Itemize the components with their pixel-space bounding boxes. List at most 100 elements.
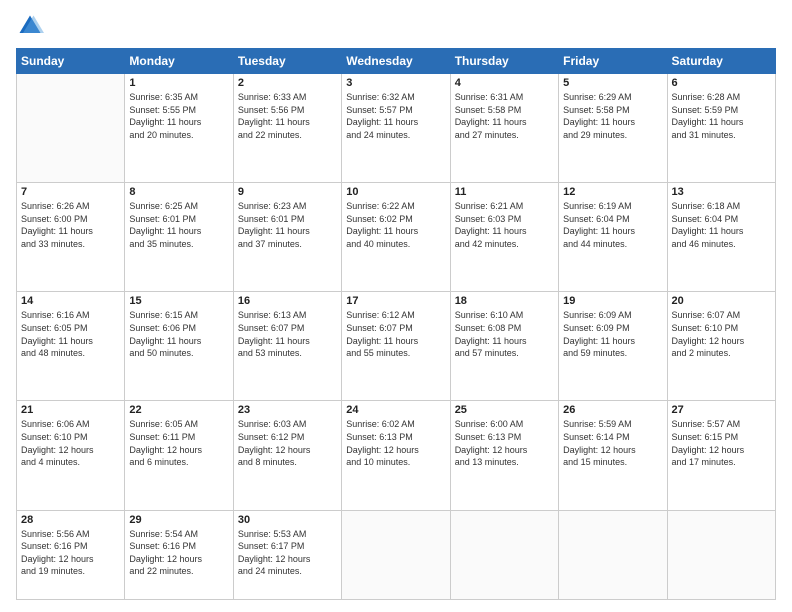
calendar-cell: 6Sunrise: 6:28 AM Sunset: 5:59 PM Daylig… <box>667 74 775 183</box>
cell-details: Sunrise: 6:16 AM Sunset: 6:05 PM Dayligh… <box>21 309 120 359</box>
cell-details: Sunrise: 6:18 AM Sunset: 6:04 PM Dayligh… <box>672 200 771 250</box>
logo-icon <box>16 12 44 40</box>
cell-details: Sunrise: 6:10 AM Sunset: 6:08 PM Dayligh… <box>455 309 554 359</box>
day-number: 3 <box>346 77 445 89</box>
calendar-cell: 20 Sunrise: 6:07 AM Sunset: 6:10 PM Dayli… <box>667 292 775 401</box>
calendar-cell: 13 Sunrise: 6:18 AM Sunset: 6:04 PM Dayli… <box>667 183 775 292</box>
day-number: 27 <box>672 404 771 416</box>
day-number: 12 <box>563 186 662 198</box>
calendar-cell: 10 Sunrise: 6:22 AM Sunset: 6:02 PM Dayli… <box>342 183 450 292</box>
calendar-cell: 28 Sunrise: 5:56 AM Sunset: 6:16 PM Dayli… <box>17 510 125 599</box>
calendar-cell: 1 Sunrise: 6:35 AM Sunset: 5:55 PM Daylig… <box>125 74 233 183</box>
day-number: 11 <box>455 186 554 198</box>
calendar-cell: 8 Sunrise: 6:25 AM Sunset: 6:01 PM Daylig… <box>125 183 233 292</box>
cell-details: Sunrise: 6:05 AM Sunset: 6:11 PM Dayligh… <box>129 418 228 468</box>
calendar-cell: 25Sunrise: 6:00 AM Sunset: 6:13 PM Dayli… <box>450 401 558 510</box>
calendar-cell: 2 Sunrise: 6:33 AM Sunset: 5:56 PM Daylig… <box>233 74 341 183</box>
calendar-cell: 12 Sunrise: 6:19 AM Sunset: 6:04 PM Dayli… <box>559 183 667 292</box>
calendar-cell <box>559 510 667 599</box>
cell-details: Sunrise: 6:26 AM Sunset: 6:00 PM Dayligh… <box>21 200 120 250</box>
calendar-cell: 9 Sunrise: 6:23 AM Sunset: 6:01 PM Daylig… <box>233 183 341 292</box>
cell-details: Sunrise: 5:54 AM Sunset: 6:16 PM Dayligh… <box>129 528 228 578</box>
calendar-cell: 14Sunrise: 6:16 AM Sunset: 6:05 PM Dayli… <box>17 292 125 401</box>
day-number: 24 <box>346 404 445 416</box>
calendar-cell: 15 Sunrise: 6:15 AM Sunset: 6:06 PM Dayli… <box>125 292 233 401</box>
weekday-header: Monday <box>125 49 233 74</box>
calendar-cell: 5 Sunrise: 6:29 AM Sunset: 5:58 PM Daylig… <box>559 74 667 183</box>
cell-details: Sunrise: 6:15 AM Sunset: 6:06 PM Dayligh… <box>129 309 228 359</box>
calendar-cell: 17 Sunrise: 6:12 AM Sunset: 6:07 PM Dayli… <box>342 292 450 401</box>
cell-details: Sunrise: 6:07 AM Sunset: 6:10 PM Dayligh… <box>672 309 771 359</box>
cell-details: Sunrise: 6:32 AM Sunset: 5:57 PM Dayligh… <box>346 91 445 141</box>
calendar-cell: 22 Sunrise: 6:05 AM Sunset: 6:11 PM Dayli… <box>125 401 233 510</box>
day-number: 5 <box>563 77 662 89</box>
day-number: 25 <box>455 404 554 416</box>
logo <box>16 12 48 40</box>
cell-details: Sunrise: 6:03 AM Sunset: 6:12 PM Dayligh… <box>238 418 337 468</box>
calendar-cell: 27 Sunrise: 5:57 AM Sunset: 6:15 PM Dayli… <box>667 401 775 510</box>
day-number: 15 <box>129 295 228 307</box>
weekday-header: Thursday <box>450 49 558 74</box>
day-number: 28 <box>21 514 120 526</box>
day-number: 19 <box>563 295 662 307</box>
weekday-header: Wednesday <box>342 49 450 74</box>
cell-details: Sunrise: 6:22 AM Sunset: 6:02 PM Dayligh… <box>346 200 445 250</box>
day-number: 16 <box>238 295 337 307</box>
weekday-header: Sunday <box>17 49 125 74</box>
calendar-cell: 30 Sunrise: 5:53 AM Sunset: 6:17 PM Dayli… <box>233 510 341 599</box>
calendar-cell <box>667 510 775 599</box>
day-number: 30 <box>238 514 337 526</box>
cell-details: Sunrise: 5:56 AM Sunset: 6:16 PM Dayligh… <box>21 528 120 578</box>
cell-details: Sunrise: 6:12 AM Sunset: 6:07 PM Dayligh… <box>346 309 445 359</box>
calendar-cell: 4Sunrise: 6:31 AM Sunset: 5:58 PM Daylig… <box>450 74 558 183</box>
calendar-cell: 26 Sunrise: 5:59 AM Sunset: 6:14 PM Dayli… <box>559 401 667 510</box>
calendar-cell: 19 Sunrise: 6:09 AM Sunset: 6:09 PM Dayli… <box>559 292 667 401</box>
cell-details: Sunrise: 6:33 AM Sunset: 5:56 PM Dayligh… <box>238 91 337 141</box>
day-number: 21 <box>21 404 120 416</box>
day-number: 23 <box>238 404 337 416</box>
day-number: 13 <box>672 186 771 198</box>
weekday-header: Tuesday <box>233 49 341 74</box>
calendar-cell <box>17 74 125 183</box>
cell-details: Sunrise: 6:19 AM Sunset: 6:04 PM Dayligh… <box>563 200 662 250</box>
calendar-cell: 18 Sunrise: 6:10 AM Sunset: 6:08 PM Dayli… <box>450 292 558 401</box>
cell-details: Sunrise: 6:23 AM Sunset: 6:01 PM Dayligh… <box>238 200 337 250</box>
day-number: 10 <box>346 186 445 198</box>
cell-details: Sunrise: 6:35 AM Sunset: 5:55 PM Dayligh… <box>129 91 228 141</box>
cell-details: Sunrise: 5:59 AM Sunset: 6:14 PM Dayligh… <box>563 418 662 468</box>
day-number: 4 <box>455 77 554 89</box>
calendar-cell: 21Sunrise: 6:06 AM Sunset: 6:10 PM Dayli… <box>17 401 125 510</box>
day-number: 9 <box>238 186 337 198</box>
calendar-cell: 29 Sunrise: 5:54 AM Sunset: 6:16 PM Dayli… <box>125 510 233 599</box>
day-number: 18 <box>455 295 554 307</box>
cell-details: Sunrise: 6:21 AM Sunset: 6:03 PM Dayligh… <box>455 200 554 250</box>
day-number: 1 <box>129 77 228 89</box>
weekday-header: Friday <box>559 49 667 74</box>
calendar-cell: 3 Sunrise: 6:32 AM Sunset: 5:57 PM Daylig… <box>342 74 450 183</box>
day-number: 22 <box>129 404 228 416</box>
calendar-cell: 16 Sunrise: 6:13 AM Sunset: 6:07 PM Dayli… <box>233 292 341 401</box>
cell-details: Sunrise: 6:28 AM Sunset: 5:59 PM Dayligh… <box>672 91 771 141</box>
header <box>16 12 776 40</box>
day-number: 26 <box>563 404 662 416</box>
cell-details: Sunrise: 5:57 AM Sunset: 6:15 PM Dayligh… <box>672 418 771 468</box>
cell-details: Sunrise: 5:53 AM Sunset: 6:17 PM Dayligh… <box>238 528 337 578</box>
calendar-cell: 7 Sunrise: 6:26 AM Sunset: 6:00 PM Daylig… <box>17 183 125 292</box>
calendar-cell: 23 Sunrise: 6:03 AM Sunset: 6:12 PM Dayli… <box>233 401 341 510</box>
calendar-cell <box>450 510 558 599</box>
weekday-header: Saturday <box>667 49 775 74</box>
day-number: 7 <box>21 186 120 198</box>
day-number: 17 <box>346 295 445 307</box>
cell-details: Sunrise: 6:13 AM Sunset: 6:07 PM Dayligh… <box>238 309 337 359</box>
day-number: 20 <box>672 295 771 307</box>
cell-details: Sunrise: 6:29 AM Sunset: 5:58 PM Dayligh… <box>563 91 662 141</box>
day-number: 8 <box>129 186 228 198</box>
calendar-cell: 24 Sunrise: 6:02 AM Sunset: 6:13 PM Dayli… <box>342 401 450 510</box>
cell-details: Sunrise: 6:09 AM Sunset: 6:09 PM Dayligh… <box>563 309 662 359</box>
day-number: 29 <box>129 514 228 526</box>
calendar-table: SundayMondayTuesdayWednesdayThursdayFrid… <box>16 48 776 600</box>
page: SundayMondayTuesdayWednesdayThursdayFrid… <box>0 0 792 612</box>
day-number: 2 <box>238 77 337 89</box>
cell-details: Sunrise: 6:02 AM Sunset: 6:13 PM Dayligh… <box>346 418 445 468</box>
cell-details: Sunrise: 6:25 AM Sunset: 6:01 PM Dayligh… <box>129 200 228 250</box>
